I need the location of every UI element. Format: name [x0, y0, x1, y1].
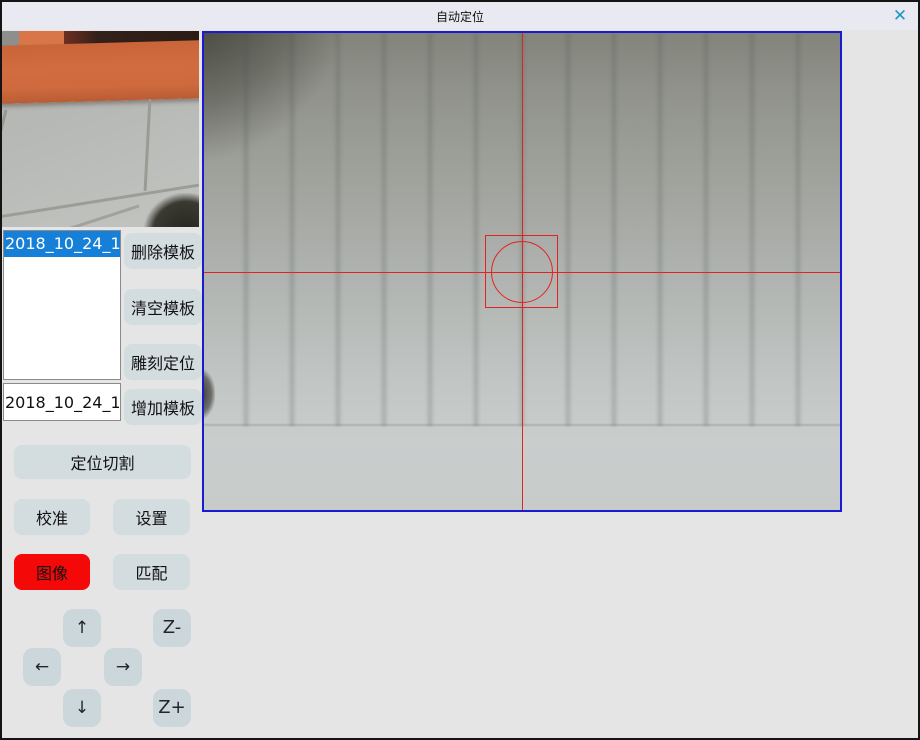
template-list-item[interactable]: 2018_10_24_11: [4, 231, 120, 257]
jog-z-minus-button[interactable]: Z-: [153, 609, 191, 647]
jog-right-button[interactable]: →: [104, 648, 142, 686]
jog-up-button[interactable]: ↑: [63, 609, 101, 647]
camera-feed-dark-object: [202, 369, 215, 419]
template-list[interactable]: 2018_10_24_11: [3, 230, 121, 380]
delete-template-button[interactable]: 删除模板: [124, 233, 202, 269]
template-thumbnail[interactable]: [2, 31, 199, 227]
camera-view[interactable]: [202, 31, 842, 512]
engrave-locate-button[interactable]: 雕刻定位: [124, 344, 202, 380]
jog-z-plus-button[interactable]: Z+: [153, 689, 191, 727]
add-template-button[interactable]: 增加模板: [124, 389, 202, 425]
thumbnail-dark-object: [144, 193, 199, 227]
close-icon[interactable]: ✕: [888, 5, 912, 27]
titlebar[interactable]: 自动定位 ✕: [2, 2, 918, 30]
calibrate-button[interactable]: 校准: [14, 499, 90, 535]
jog-down-button[interactable]: ↓: [63, 689, 101, 727]
thumbnail-tile-line: [144, 99, 152, 191]
template-name-field[interactable]: [3, 383, 121, 421]
clear-template-button[interactable]: 清空模板: [124, 289, 202, 325]
settings-button[interactable]: 设置: [113, 499, 190, 535]
auto-locate-window: 自动定位 ✕ 2018_10_24_11 删除模板 清空模板 雕刻定位 增加模板…: [0, 0, 920, 740]
window-title: 自动定位: [436, 8, 484, 25]
image-button[interactable]: 图像: [14, 554, 90, 590]
match-button[interactable]: 匹配: [113, 554, 190, 590]
thumbnail-orange-beam: [2, 40, 199, 104]
roi-circle: [491, 241, 553, 303]
locate-cut-button[interactable]: 定位切割: [14, 445, 191, 479]
thumbnail-tile-line: [2, 110, 7, 179]
jog-left-button[interactable]: ←: [23, 648, 61, 686]
